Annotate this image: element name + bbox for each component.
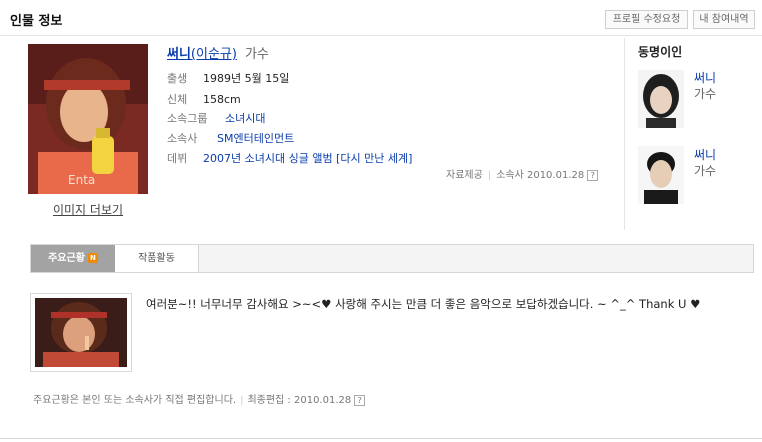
agency-link[interactable]: SM엔터테인먼트 [217,132,294,145]
info-body: 신체 158cm [167,91,241,107]
source-label: 자료제공 [446,170,483,181]
profile-real-name[interactable]: (이순규) [191,47,237,62]
source-value: 소속사 2010.01.28 [496,170,585,181]
body-label: 신체 [167,93,188,106]
post-text: 여러분~!! 너무너무 감사해요 >~<♥ 사랑해 주시는 만큼 더 좋은 음악… [146,297,701,311]
post-footer: 주요근황은 본인 또는 소속사가 직접 편집합니다. | 최종편집 : 2010.0… [33,391,366,406]
same-name-job-2: 가수 [694,164,717,178]
profile-edit-request-button[interactable]: 프로필 수정요청 [605,10,688,29]
group-label: 소속그룹 [167,112,208,125]
footer-note: 주요근황은 본인 또는 소속사가 직접 편집합니다. [33,395,237,406]
debut-label: 데뷔 [167,152,188,165]
svg-text:Enta: Enta [68,173,95,187]
tab-main-news[interactable]: 주요근황 N [31,245,115,272]
info-agency: 소속사 SM엔터테인먼트 [167,130,294,146]
birth-label: 출생 [167,72,188,85]
help-icon[interactable]: ? [587,169,599,181]
profile-name-row: 써니(이순규) 가수 [167,43,269,62]
my-history-button[interactable]: 내 참여내역 [693,10,755,29]
same-name-photo-1[interactable] [638,70,684,128]
debut-link[interactable]: 2007년 소녀시대 싱글 앨범 [다시 만난 세계] [203,152,412,165]
post-photo[interactable] [30,293,132,372]
profile-name[interactable]: 써니 [167,47,191,62]
help-icon[interactable]: ? [354,394,366,406]
same-name-link-2[interactable]: 써니 [694,146,716,163]
page-header: 인물 정보 프로필 수정요청 내 참여내역 [0,0,762,36]
source-info: 자료제공 | 소속사 2010.01.28? [446,166,599,181]
agency-label: 소속사 [167,132,198,145]
bottom-divider [0,438,762,439]
page-title: 인물 정보 [10,14,63,29]
same-name-job-1: 가수 [694,87,717,101]
info-group: 소속그룹 소녀시대 [167,110,265,126]
same-name-link-1[interactable]: 써니 [694,69,716,86]
birth-value: 1989년 5월 15일 [203,72,290,85]
profile-job: 가수 [244,47,269,62]
body-value: 158cm [203,93,241,106]
info-debut: 데뷔 2007년 소녀시대 싱글 앨범 [다시 만난 세계] [167,150,412,166]
same-name-photo-2[interactable] [638,146,684,204]
group-link[interactable]: 소녀시대 [225,112,265,125]
more-images-link[interactable]: 이미지 더보기 [28,201,148,218]
profile-photo[interactable]: Enta [28,44,148,194]
section-divider [624,38,625,230]
same-name-title: 동명이인 [638,45,683,59]
tab-main-news-label: 주요근황 [48,253,85,264]
last-edit: 최종편집 : 2010.01.28 [247,395,352,406]
tab-bar: 주요근황 N 작품활동 [30,244,754,273]
tab-works[interactable]: 작품활동 [115,245,199,272]
info-birth: 출생 1989년 5월 15일 [167,70,289,86]
new-badge-icon: N [87,253,98,263]
